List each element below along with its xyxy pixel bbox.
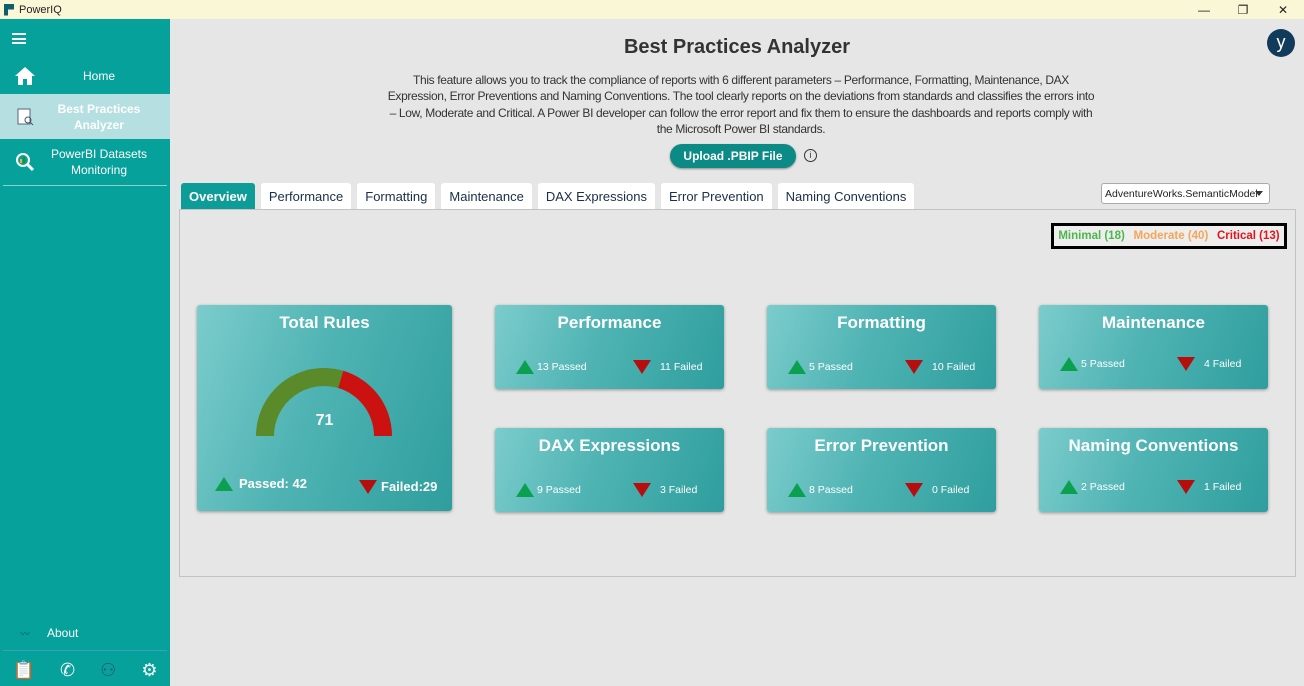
failed-count: 3 Failed	[660, 484, 698, 496]
sidebar-item-best-practices-analyzer[interactable]: Best Practices Analyzer	[0, 94, 170, 139]
card-title: DAX Expressions	[538, 436, 681, 455]
app-title: PowerIQ	[19, 3, 62, 16]
passed-count: 2 Passed	[1081, 481, 1125, 493]
failed-count: 1 Failed	[1204, 481, 1242, 493]
passed-up-arrow-icon	[215, 476, 233, 491]
title-bar: PowerIQ	[0, 0, 1304, 19]
sidebar-item-powerbi-datasets-monitoring[interactable]: PowerBI Datasets Monitoring	[0, 139, 170, 184]
sidebar-item-label: PowerBI Datasets Monitoring	[50, 146, 148, 177]
analyzer-report-icon	[0, 107, 50, 127]
divider	[3, 185, 167, 186]
sidebar-item-label: Home	[82, 69, 115, 83]
category-card-naming-conventions[interactable]: Naming Conventions 2 Passed 1 Failed	[1039, 428, 1268, 512]
upload-pbip-button[interactable]: Upload .PBIP File	[670, 144, 796, 168]
passed-count: 8 Passed	[809, 484, 853, 496]
passed-count: 13 Passed	[537, 361, 587, 373]
passed-up-arrow-icon	[1060, 357, 1078, 371]
category-card-formatting[interactable]: Formatting 5 Passed 10 Failed	[767, 305, 996, 389]
failed-down-arrow-icon	[1177, 357, 1195, 371]
legend-minimal: Minimal (18)	[1058, 230, 1125, 242]
close-button[interactable]: ✕	[1263, 0, 1303, 19]
minimize-button[interactable]: —	[1184, 0, 1224, 19]
tab-maintenance[interactable]: Maintenance	[441, 183, 532, 209]
gear-icon[interactable]: ⚙	[141, 660, 157, 681]
tab-formatting[interactable]: Formatting	[357, 183, 436, 209]
card-title: Error Prevention	[814, 436, 949, 455]
divider	[3, 650, 167, 651]
avatar[interactable]: y	[1267, 29, 1295, 57]
team-icon[interactable]: ⚇	[100, 660, 116, 681]
phone-mail-icon[interactable]: ✆	[60, 660, 75, 681]
selected-model: AdventureWorks.SemanticModel	[1105, 187, 1258, 200]
app-logo-icon	[4, 3, 14, 16]
total-rules-card: Total Rules 71 Passed: 42 Failed:29	[197, 305, 452, 511]
home-icon	[0, 66, 50, 86]
legend-critical: Critical (13)	[1217, 230, 1280, 242]
passed-count: 5 Passed	[809, 361, 853, 373]
semantic-model-dropdown[interactable]: AdventureWorks.SemanticModel	[1101, 183, 1270, 204]
passed-up-arrow-icon	[516, 360, 534, 374]
sidebar-item-label: Best Practices Analyzer	[57, 101, 141, 132]
card-title: Naming Conventions	[1068, 436, 1239, 455]
category-card-dax-expressions[interactable]: DAX Expressions 9 Passed 3 Failed	[495, 428, 724, 512]
tab-overview[interactable]: Overview	[181, 183, 255, 209]
passed-up-arrow-icon	[788, 360, 806, 374]
info-icon[interactable]: i	[804, 149, 817, 162]
passed-up-arrow-icon	[1060, 480, 1078, 494]
category-card-maintenance[interactable]: Maintenance 5 Passed 4 Failed	[1039, 305, 1268, 389]
card-title: Total Rules	[279, 313, 370, 332]
sidebar-item-home[interactable]: Home	[0, 59, 170, 93]
failed-down-arrow-icon	[1177, 480, 1195, 494]
total-rules-value: 71	[315, 412, 334, 429]
sidebar-item-about[interactable]: 〰 About	[0, 623, 170, 643]
about-label: About	[47, 626, 79, 640]
restore-button[interactable]: ❐	[1223, 0, 1263, 19]
category-card-performance[interactable]: Performance 13 Passed 11 Failed	[495, 305, 724, 389]
passed-up-arrow-icon	[788, 483, 806, 497]
clipboard-check-icon[interactable]: 📋	[13, 660, 35, 681]
failed-count: 4 Failed	[1204, 358, 1242, 370]
tab-error-prevention[interactable]: Error Prevention	[661, 183, 772, 209]
about-icon: 〰	[20, 628, 30, 639]
hamburger-menu-icon[interactable]	[12, 33, 26, 44]
passed-count: 5 Passed	[1081, 358, 1125, 370]
tab-dax-expressions[interactable]: DAX Expressions	[537, 183, 655, 209]
tab-performance[interactable]: Performance	[260, 183, 352, 209]
failed-count: 10 Failed	[932, 361, 976, 373]
failed-down-arrow-icon	[905, 360, 923, 374]
failed-count: 0 Failed	[932, 484, 970, 496]
sidebar: Home Best Practices Analyzer PowerBI Dat…	[0, 19, 170, 686]
page-title: Best Practices Analyzer	[623, 36, 851, 58]
failed-down-arrow-icon	[633, 360, 651, 374]
chevron-down-icon	[1255, 191, 1263, 196]
card-title: Maintenance	[1102, 313, 1205, 332]
tab-bar: Overview Performance Formatting Maintena…	[181, 183, 915, 209]
failed-down-arrow-icon	[633, 483, 651, 497]
card-title: Performance	[557, 313, 662, 332]
failed-down-arrow-icon	[359, 479, 377, 494]
severity-legend: Minimal (18) Moderate (40) Critical (13)	[1051, 223, 1287, 249]
legend-moderate: Moderate (40)	[1133, 230, 1209, 242]
category-card-error-prevention[interactable]: Error Prevention 8 Passed 0 Failed	[767, 428, 996, 512]
magnifier-chart-icon	[0, 151, 50, 173]
passed-count: Passed: 42	[239, 476, 307, 491]
failed-down-arrow-icon	[905, 483, 923, 497]
passed-count: 9 Passed	[537, 484, 581, 496]
passed-up-arrow-icon	[516, 483, 534, 497]
card-title: Formatting	[837, 313, 926, 332]
feature-description: This feature allows you to track the com…	[387, 73, 1095, 136]
tab-naming-conventions[interactable]: Naming Conventions	[777, 183, 915, 209]
failed-count: Failed:29	[381, 479, 438, 494]
failed-count: 11 Failed	[660, 361, 703, 373]
